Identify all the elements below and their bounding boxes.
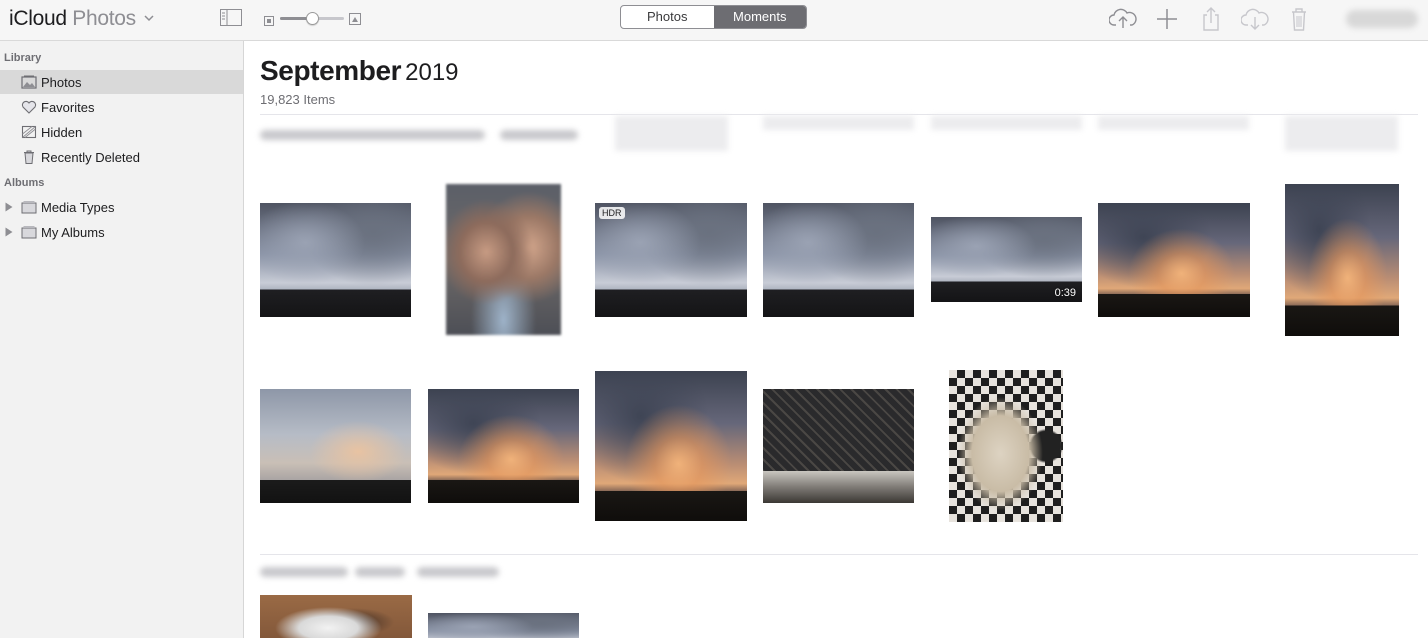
photo-thumbnail[interactable]: [763, 203, 914, 317]
view-switcher: Photos Moments: [620, 5, 807, 29]
previous-row-thumbnail[interactable]: [931, 116, 1082, 130]
disclosure-triangle-icon[interactable]: [5, 202, 13, 212]
top-toolbar: iCloud Photos Photos Moments: [0, 0, 1428, 41]
sidebar-item-label: Media Types: [41, 199, 115, 215]
sidebar: Library Photos Favorites Hidden Recently…: [0, 41, 244, 638]
page-title: September 2019: [260, 55, 459, 87]
app-title-menu[interactable]: iCloud Photos: [9, 7, 154, 31]
albums-section-title: Albums: [4, 177, 45, 189]
hdr-badge: HDR: [599, 207, 625, 219]
app-title-icloud: iCloud: [9, 7, 67, 30]
moment-title-blurred: [260, 130, 485, 140]
photo-thumbnail[interactable]: HDR: [595, 203, 747, 317]
photo-thumbnail[interactable]: [446, 184, 561, 335]
tab-photos[interactable]: Photos: [621, 6, 714, 28]
hidden-icon: [21, 125, 37, 139]
share-icon[interactable]: [1197, 6, 1225, 32]
sidebar-item-label: Photos: [41, 74, 82, 90]
sidebar-item-recently-deleted[interactable]: Recently Deleted: [0, 145, 243, 169]
month-label: September: [260, 55, 402, 86]
photo-thumbnail[interactable]: [763, 389, 914, 503]
sidebar-item-label: Favorites: [41, 99, 95, 115]
plus-icon[interactable]: [1153, 6, 1181, 32]
download-cloud-icon[interactable]: [1241, 6, 1269, 32]
chevron-down-icon: [144, 15, 154, 22]
folder-icon: [21, 225, 37, 239]
library-section-title: Library: [4, 52, 42, 64]
photo-thumbnail[interactable]: [595, 371, 747, 521]
heart-icon: [21, 100, 37, 114]
disclosure-triangle-icon[interactable]: [5, 227, 13, 237]
section-divider: [260, 554, 1418, 555]
photo-thumbnail[interactable]: [428, 613, 579, 638]
zoom-in-icon[interactable]: [349, 12, 361, 25]
sidebar-item-my-albums[interactable]: My Albums: [0, 220, 243, 244]
photo-grid-area: September 2019 19,823 Items HDR 0:39: [245, 41, 1428, 638]
zoom-slider-thumb[interactable]: [305, 12, 319, 25]
moment-title-blurred: [260, 567, 348, 577]
upload-cloud-icon[interactable]: [1109, 6, 1137, 32]
sidebar-item-label: My Albums: [41, 224, 105, 240]
folder-icon: [21, 200, 37, 214]
zoom-out-icon[interactable]: [264, 13, 274, 26]
photo-thumbnail[interactable]: [260, 389, 411, 503]
sidebar-item-hidden[interactable]: Hidden: [0, 120, 243, 144]
item-count: 19,823 Items: [260, 92, 336, 107]
previous-row-thumbnail[interactable]: [1098, 116, 1249, 130]
section-divider: [260, 114, 1418, 115]
previous-row-thumbnail[interactable]: [615, 116, 728, 151]
moment-date-blurred: [500, 130, 578, 140]
trash-icon: [21, 150, 37, 164]
photo-thumbnail[interactable]: [1285, 184, 1399, 336]
tab-moments[interactable]: Moments: [713, 6, 806, 28]
year-label: 2019: [405, 59, 459, 86]
sidebar-toggle-icon[interactable]: [220, 9, 242, 26]
moment-date-blurred: [417, 567, 499, 577]
trash-icon[interactable]: [1285, 6, 1313, 32]
sidebar-item-label: Hidden: [41, 124, 83, 140]
previous-row-thumbnail[interactable]: [763, 116, 914, 130]
account-name[interactable]: [1346, 10, 1418, 28]
photo-thumbnail[interactable]: [428, 389, 579, 503]
sidebar-item-favorites[interactable]: Favorites: [0, 95, 243, 119]
photo-thumbnail[interactable]: [1098, 203, 1250, 317]
photos-icon: [21, 75, 37, 89]
photo-thumbnail[interactable]: [949, 370, 1063, 522]
video-thumbnail[interactable]: 0:39: [931, 217, 1082, 302]
video-duration: 0:39: [1054, 287, 1076, 299]
photo-thumbnail[interactable]: [260, 595, 412, 638]
app-title-photos: Photos: [72, 7, 136, 30]
previous-row-thumbnail[interactable]: [1285, 116, 1398, 151]
sidebar-item-photos[interactable]: Photos: [0, 70, 243, 94]
moment-subtitle-blurred: [355, 567, 405, 577]
sidebar-item-label: Recently Deleted: [41, 149, 140, 165]
photo-thumbnail[interactable]: [260, 203, 411, 317]
sidebar-item-media-types[interactable]: Media Types: [0, 195, 243, 219]
